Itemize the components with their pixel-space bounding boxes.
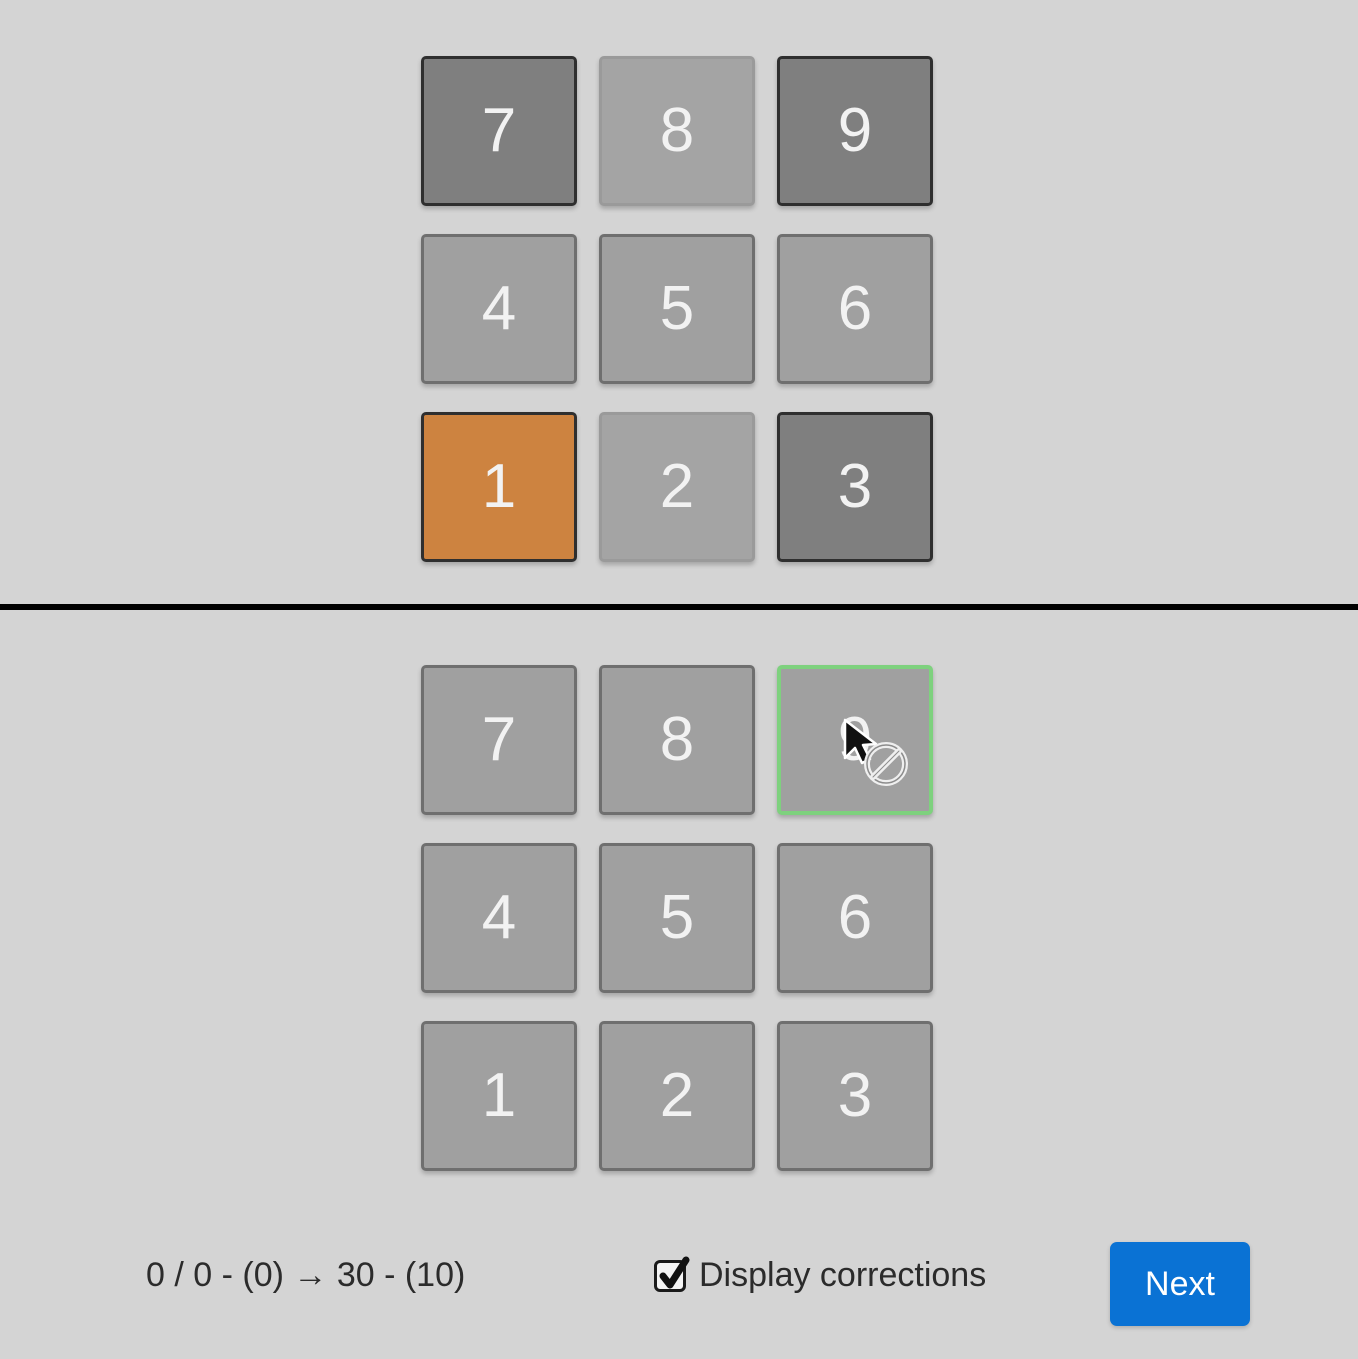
stimulus-keypad-key-5[interactable]: 5 — [599, 234, 755, 384]
section-divider — [0, 604, 1358, 610]
response-keypad: 789 456 123 — [421, 665, 933, 1171]
response-keypad-key-4[interactable]: 4 — [421, 843, 577, 993]
checkmark-icon — [659, 1256, 690, 1288]
response-keypad-key-7[interactable]: 7 — [421, 665, 577, 815]
stimulus-keypad-key-2[interactable]: 2 — [599, 412, 755, 562]
response-keypad-key-8[interactable]: 8 — [599, 665, 755, 815]
display-corrections-checkbox[interactable] — [654, 1256, 690, 1292]
response-keypad-key-9[interactable]: 9 — [777, 665, 933, 815]
response-keypad-key-5[interactable]: 5 — [599, 843, 755, 993]
stimulus-keypad-key-4[interactable]: 4 — [421, 234, 577, 384]
stimulus-keypad-key-1[interactable]: 1 — [421, 412, 577, 562]
display-corrections-label: Display corrections — [699, 1256, 987, 1294]
stimulus-keypad-key-9[interactable]: 9 — [777, 56, 933, 206]
response-keypad-key-1[interactable]: 1 — [421, 1021, 577, 1171]
stimulus-keypad-key-8[interactable]: 8 — [599, 56, 755, 206]
response-keypad-key-2[interactable]: 2 — [599, 1021, 755, 1171]
display-corrections-toggle[interactable]: Display corrections — [654, 1256, 986, 1295]
stimulus-keypad: 789 456 123 — [421, 56, 933, 562]
progress-status-text: 0 / 0 - (0) → 30 - (10) — [146, 1256, 466, 1294]
stimulus-keypad-key-3[interactable]: 3 — [777, 412, 933, 562]
response-keypad-key-6[interactable]: 6 — [777, 843, 933, 993]
next-button[interactable]: Next — [1110, 1242, 1250, 1326]
stimulus-keypad-key-7[interactable]: 7 — [421, 56, 577, 206]
stimulus-keypad-key-6[interactable]: 6 — [777, 234, 933, 384]
response-keypad-key-3[interactable]: 3 — [777, 1021, 933, 1171]
app-root: 789456123 789456123 0 / 0 - (0) → 30 - (… — [0, 0, 1358, 1359]
footer-bar: 0 / 0 - (0) → 30 - (10) Display correcti… — [0, 1242, 1358, 1342]
